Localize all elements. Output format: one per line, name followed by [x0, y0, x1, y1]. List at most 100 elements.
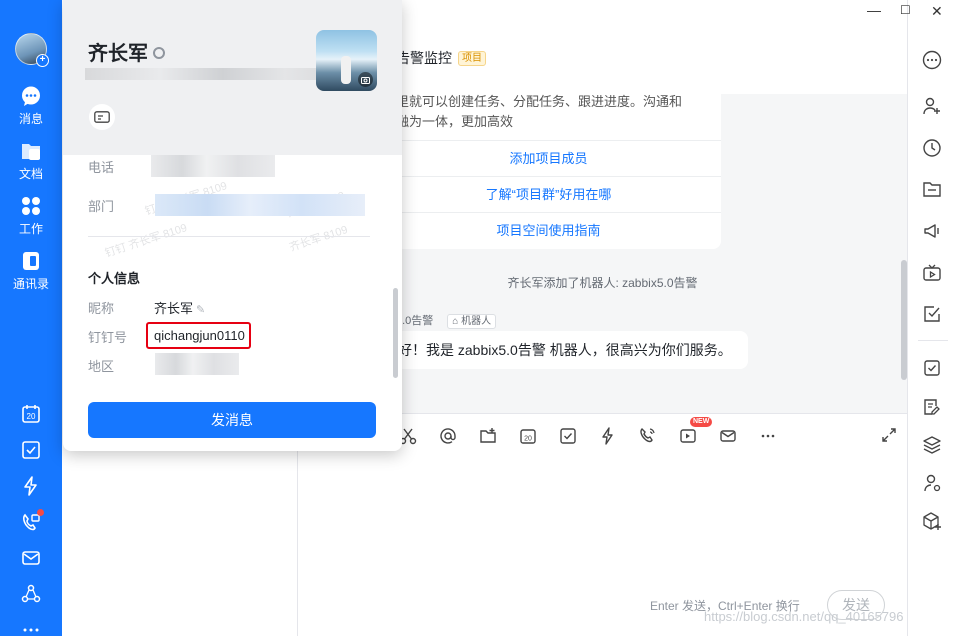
todo-button[interactable] — [548, 426, 588, 446]
close-button[interactable]: ✕ — [931, 3, 943, 20]
rail-layers[interactable] — [921, 434, 943, 456]
todo-icon — [22, 441, 40, 459]
rail-announcement[interactable] — [921, 220, 943, 242]
rail-history[interactable] — [921, 137, 943, 159]
dingtalk-id-value[interactable]: qichangjun0110 — [146, 322, 251, 349]
nav-bottom-tools: 20 — [0, 396, 62, 636]
camera-icon[interactable] — [358, 72, 373, 87]
nav-more[interactable] — [0, 612, 62, 636]
nav-label-contacts: 通讯录 — [12, 277, 49, 291]
mail-button[interactable] — [708, 426, 748, 446]
nav-org[interactable] — [0, 576, 62, 612]
nav-item-docs[interactable]: 文档 — [0, 140, 62, 182]
nav-flash[interactable] — [0, 468, 62, 504]
add-app-icon — [923, 512, 941, 530]
nav-video-call[interactable] — [0, 504, 62, 540]
nav-label-messages: 消息 — [18, 112, 43, 126]
dingtalk-watermark-3: 钉钉 齐长军 8109 — [103, 222, 189, 260]
svg-text:20: 20 — [27, 412, 36, 421]
edit-icon[interactable]: ✎ — [196, 303, 205, 316]
message-icon — [22, 86, 40, 106]
rail-live[interactable] — [921, 262, 943, 284]
blog-watermark: https://blog.csdn.net/qq_40165796 — [704, 609, 904, 624]
flash-icon — [602, 427, 613, 445]
profile-name-text: 齐长军 — [88, 43, 148, 65]
folder-plus-icon — [480, 428, 496, 443]
rail-apps[interactable] — [921, 510, 943, 532]
business-card-button[interactable] — [89, 104, 115, 130]
dingtalk-window: + 消息 文档 工作 通讯录 20 告警监控 项目 里就可以创建任务、分配任务、… — [0, 0, 957, 636]
profile-subtitle-blurred — [85, 68, 335, 80]
profile-photo[interactable] — [316, 30, 377, 91]
profile-divider — [88, 236, 370, 237]
nav-item-messages[interactable]: 消息 — [0, 85, 62, 127]
nav-todo[interactable] — [0, 432, 62, 468]
input-toolbar: 20 NEW — [388, 417, 788, 446]
profile-header: 齐长军 — [63, 0, 402, 155]
phone-icon — [640, 428, 655, 443]
nav-item-work[interactable]: 工作 — [0, 195, 62, 237]
rail-approval[interactable] — [921, 303, 943, 325]
todo-icon — [924, 360, 940, 376]
layers-icon — [923, 436, 941, 454]
rail-add-member[interactable] — [921, 95, 943, 117]
rail-more[interactable] — [921, 49, 943, 71]
checkbox-icon — [560, 428, 576, 444]
dingtalk-id-label: 钉钉号 — [88, 330, 128, 345]
card-description: 里就可以创建任务、分配任务、跟进进度。沟通和 融为一体，更加高效 — [396, 92, 726, 132]
mail-icon — [22, 551, 40, 565]
clock-icon — [923, 139, 941, 157]
add-folder-button[interactable] — [468, 426, 508, 446]
at-icon — [440, 428, 456, 444]
expand-input-button[interactable] — [881, 427, 897, 446]
nickname-text: 齐长军 — [154, 301, 194, 316]
add-user-icon — [923, 97, 940, 115]
project-guide-link[interactable]: 项目空间使用指南 — [376, 212, 721, 248]
add-member-link[interactable]: 添加项目成员 — [376, 140, 721, 176]
live-button[interactable]: NEW — [668, 417, 713, 446]
rail-todo[interactable] — [921, 357, 943, 379]
work-grid-icon — [22, 197, 40, 215]
bot-sender-meta: 5.0告警 ⌂ 机器人 — [396, 312, 497, 329]
bot-tag-label: 机器人 — [461, 316, 492, 327]
rail-files[interactable] — [921, 178, 943, 200]
flash-button[interactable] — [588, 426, 628, 446]
region-label: 地区 — [88, 359, 115, 374]
rail-notes[interactable] — [921, 396, 943, 418]
more-tools-button[interactable] — [748, 426, 788, 446]
live-video-icon — [680, 429, 696, 443]
megaphone-icon — [924, 224, 939, 238]
minimize-button[interactable]: — — [867, 2, 881, 18]
project-intro-card: 里就可以创建任务、分配任务、跟进进度。沟通和 融为一体，更加高效 添加项目成员 … — [376, 94, 721, 249]
bot-message-bubble[interactable]: 好！我是 zabbix5.0告警 机器人，很高兴为你们服务。 — [373, 331, 748, 369]
mention-button[interactable] — [428, 426, 468, 446]
profile-popup: 齐长军 钉钉 齐长军 8109 齐长军 8109 钉钉 齐长军 8109 齐长军… — [63, 0, 402, 451]
phone-label: 电话 — [88, 160, 115, 175]
rail-members[interactable] — [921, 472, 943, 494]
add-status-icon[interactable]: + — [36, 54, 49, 67]
region-value-blurred — [155, 353, 239, 375]
maximize-button[interactable]: ☐ — [900, 3, 911, 17]
chat-title[interactable]: 告警监控 项目 — [396, 48, 486, 68]
nav-label-work: 工作 — [18, 222, 43, 236]
calendar-button[interactable]: 20 — [508, 426, 548, 446]
learn-project-group-link[interactable]: 了解“项目群”好用在哪 — [376, 176, 721, 212]
nav-label-docs: 文档 — [18, 167, 43, 181]
nav-item-contacts[interactable]: 通讯录 — [0, 250, 62, 292]
nav-calendar[interactable]: 20 — [0, 396, 62, 432]
contacts-icon — [23, 252, 39, 270]
business-card-icon — [94, 111, 110, 123]
nav-mail[interactable] — [0, 540, 62, 576]
user-avatar[interactable]: + — [15, 33, 49, 67]
right-toolbar — [907, 0, 957, 636]
send-message-button[interactable]: 发消息 — [88, 402, 376, 438]
profile-scrollbar[interactable] — [393, 288, 398, 378]
dingtalk-watermark-4: 齐长军 8109 — [287, 223, 350, 255]
check-square-icon — [924, 306, 940, 322]
document-icon — [22, 144, 40, 160]
mail-icon — [720, 430, 736, 442]
call-button[interactable] — [628, 426, 668, 446]
calendar-icon: 20 — [520, 429, 536, 444]
department-label: 部门 — [88, 199, 115, 214]
project-tag: 项目 — [458, 51, 486, 66]
